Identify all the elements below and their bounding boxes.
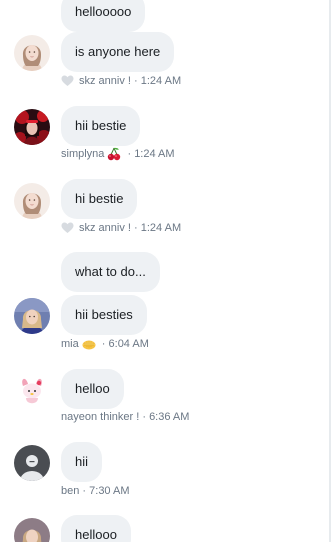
timestamp: 7:30 AM xyxy=(89,485,130,497)
message-bubble[interactable]: hellooooo xyxy=(61,0,146,32)
avatar-nayeon-thinker[interactable] xyxy=(14,372,50,408)
timestamp: 1:24 AM xyxy=(140,222,182,234)
message-bubble[interactable]: hellooo xyxy=(61,515,131,542)
timestamp: 6:36 AM xyxy=(149,411,190,423)
avatar-mia[interactable] xyxy=(14,298,50,334)
meta-separator: · xyxy=(79,485,90,497)
profile-photo xyxy=(14,445,50,481)
message-meta: simplyna · 1:24 AM xyxy=(61,147,175,161)
message-bubble[interactable]: hii besties xyxy=(61,295,147,335)
message-bubble[interactable]: hi bestie xyxy=(61,179,138,219)
heart-icon[interactable] xyxy=(61,75,74,87)
profile-photo xyxy=(14,109,50,145)
message-text: hii xyxy=(75,454,89,469)
message-meta: ben · 7:30 AM xyxy=(61,484,130,498)
message-meta: skz anniv ! · 1:24 AM xyxy=(61,221,181,235)
author-name[interactable]: skz anniv ! xyxy=(79,221,131,235)
message-bubble[interactable]: is anyone here xyxy=(61,32,175,72)
timestamp: 1:24 AM xyxy=(140,75,182,87)
message-text: hellooo xyxy=(75,527,117,542)
sun-emoji-icon xyxy=(82,340,96,350)
author-name[interactable]: ben xyxy=(61,484,79,498)
profile-photo xyxy=(14,183,50,219)
avatar-simplyna[interactable] xyxy=(14,109,50,145)
profile-photo xyxy=(14,35,50,71)
message-text: helloo xyxy=(75,381,110,396)
author-name[interactable]: nayeon thinker ! xyxy=(61,410,139,424)
profile-photo xyxy=(14,298,50,334)
avatar-ben[interactable] xyxy=(14,445,50,481)
message-text: what to do... xyxy=(75,264,146,279)
timestamp: 1:24 AM xyxy=(134,148,175,160)
message-meta: skz anniv ! · 1:24 AM xyxy=(61,74,181,88)
meta-separator: · xyxy=(124,148,135,160)
message-bubble[interactable]: hii xyxy=(61,442,103,482)
message-bubble[interactable]: what to do... xyxy=(61,252,160,292)
profile-photo xyxy=(14,518,50,542)
message-text: hellooooo xyxy=(75,4,132,19)
meta-separator: · xyxy=(130,222,141,234)
message-bubble[interactable]: helloo xyxy=(61,369,124,409)
avatar-partial[interactable] xyxy=(14,518,50,542)
message-text: is anyone here xyxy=(75,44,161,59)
meta-separator: · xyxy=(130,75,141,87)
chat-thread: hellooooo is anyone here skz anniv ! · 1… xyxy=(0,0,331,542)
message-text: hii bestie xyxy=(75,118,127,133)
avatar-skz-anniv[interactable] xyxy=(14,183,50,219)
profile-photo xyxy=(14,372,50,408)
message-meta: nayeon thinker ! · 6:36 AM xyxy=(61,410,189,424)
message-text: hii besties xyxy=(75,307,133,322)
cherry-icon xyxy=(108,147,121,161)
message-meta: mia · 6:04 AM xyxy=(61,337,149,351)
avatar-skz-anniv[interactable] xyxy=(14,35,50,71)
message-text: hi bestie xyxy=(75,191,124,206)
author-name[interactable]: mia xyxy=(61,337,79,351)
heart-icon[interactable] xyxy=(61,222,74,234)
author-name[interactable]: skz anniv ! xyxy=(79,74,131,88)
meta-separator: · xyxy=(98,338,109,350)
message-bubble[interactable]: hii bestie xyxy=(61,106,141,146)
meta-separator: · xyxy=(139,411,150,423)
author-name[interactable]: simplyna xyxy=(61,147,104,161)
timestamp: 6:04 AM xyxy=(108,338,149,350)
